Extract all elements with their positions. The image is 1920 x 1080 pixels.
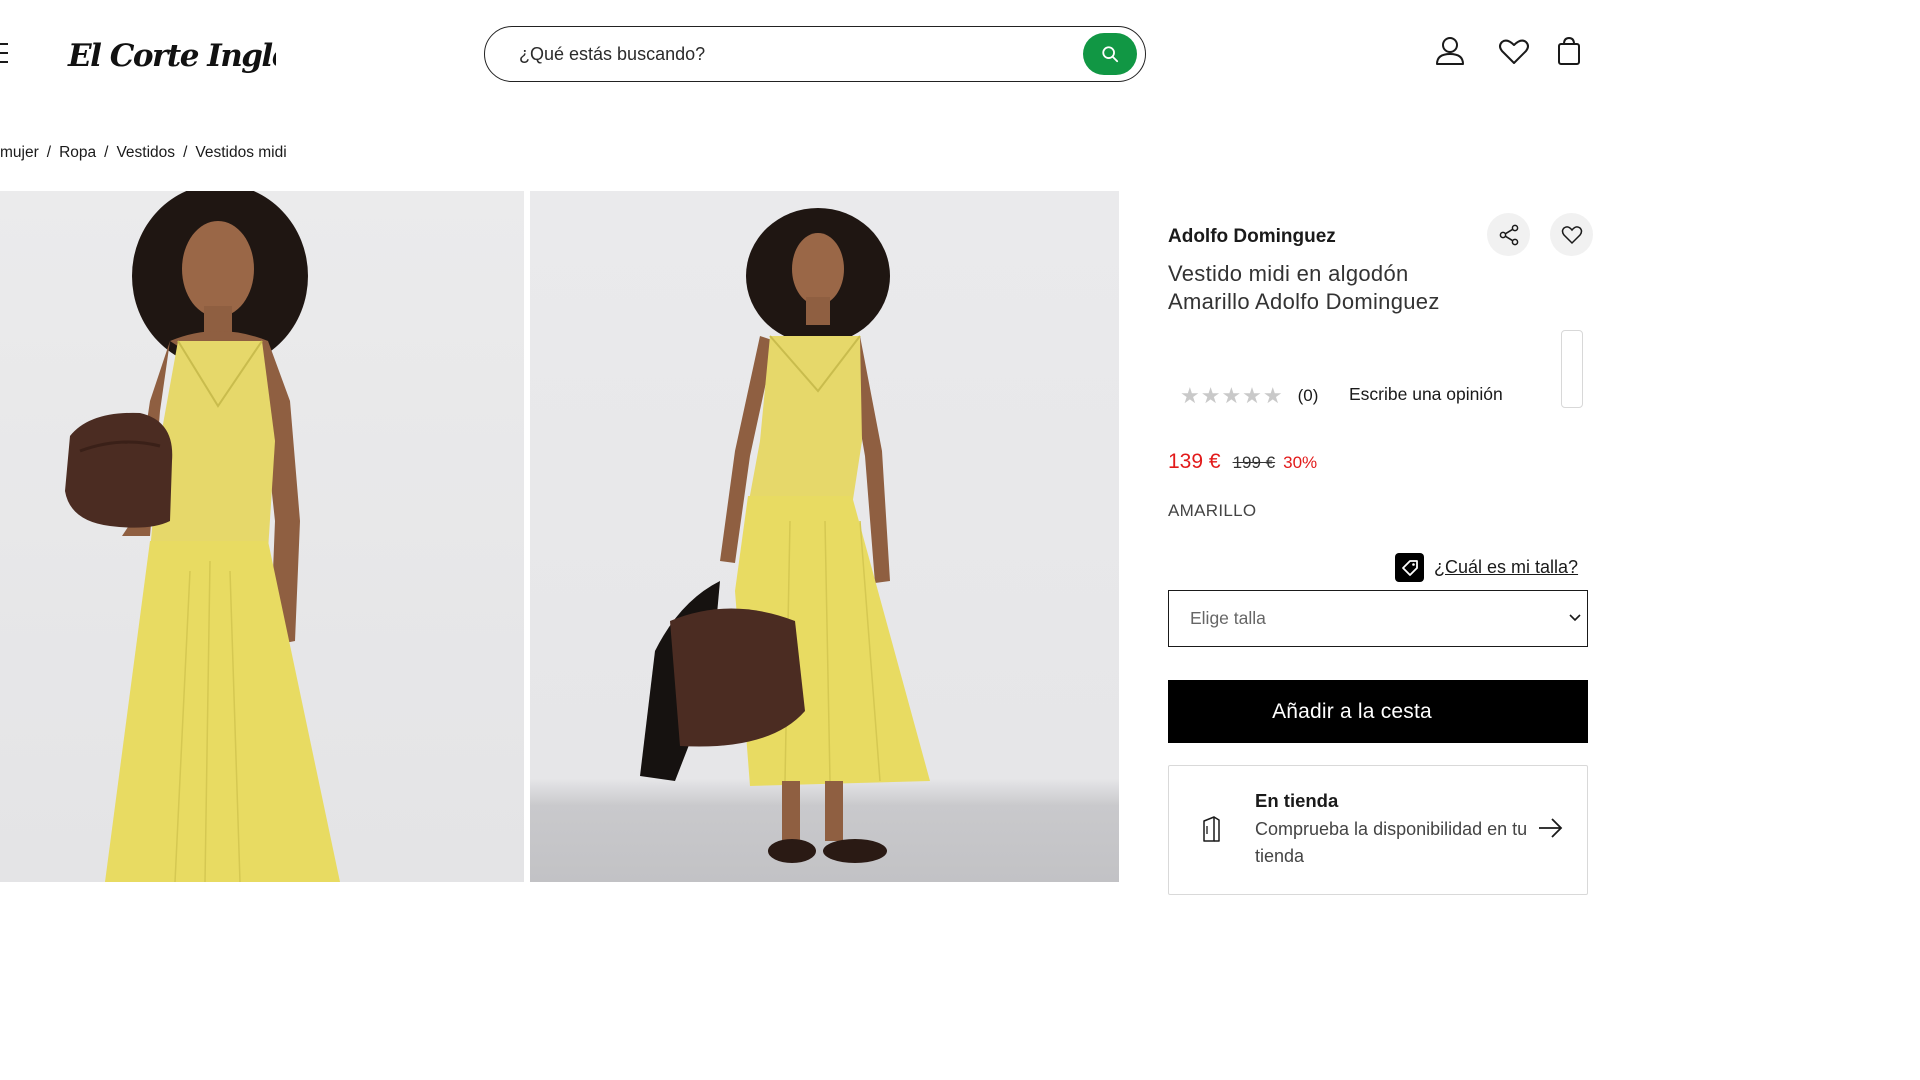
color-label: AMARILLO	[1168, 501, 1257, 520]
tag-icon	[1395, 553, 1424, 582]
heart-icon[interactable]	[1494, 32, 1534, 72]
breadcrumb-separator: /	[104, 144, 109, 161]
menu-icon[interactable]	[0, 43, 8, 65]
breadcrumb-item-vestidos-midi[interactable]: Vestidos midi	[195, 144, 286, 161]
breadcrumb-separator: /	[46, 144, 52, 161]
favorite-button[interactable]	[1550, 213, 1593, 256]
size-select[interactable]: Elige talla	[1168, 590, 1588, 647]
bag-icon[interactable]	[1552, 32, 1592, 72]
product-title: Vestido midi en algodón Amarillo Adolfo …	[1168, 261, 1440, 314]
breadcrumb-separator: /	[183, 144, 188, 161]
svg-text:El Corte Inglés: El Corte Inglés	[67, 38, 276, 74]
store-subtitle: Comprueba la disponibilidad en tu tienda	[1255, 819, 1528, 866]
store-logo[interactable]: El Corte Inglés	[66, 26, 276, 84]
search-bar[interactable]	[484, 26, 1146, 82]
current-price: 139 €	[1168, 450, 1221, 473]
breadcrumb-item-ropa[interactable]: Ropa	[59, 144, 96, 161]
store-availability-card[interactable]: En tienda Comprueba la disponibilidad en…	[1168, 765, 1588, 895]
write-review-link[interactable]: Escribe una opinión	[1349, 384, 1503, 405]
breadcrumb-item-vestidos[interactable]: Vestidos	[116, 144, 175, 161]
add-to-cart-button[interactable]: Añadir a la cesta	[1168, 680, 1588, 743]
chevron-down-icon	[1569, 614, 1581, 622]
share-button[interactable]	[1487, 213, 1530, 256]
share-icon	[1499, 224, 1518, 245]
store-title: En tienda	[1255, 790, 1339, 811]
add-to-cart-label: Añadir a la cesta	[1272, 699, 1432, 723]
breadcrumb: mujer / Ropa / Vestidos / Vestidos midi	[0, 144, 287, 162]
user-icon[interactable]	[1430, 32, 1470, 72]
product-image-2[interactable]	[530, 191, 1119, 882]
side-panel-tab[interactable]	[1561, 330, 1583, 408]
breadcrumb-item-mujer[interactable]: mujer	[0, 144, 39, 161]
price-block: 139 € 199 € 30%	[1168, 450, 1317, 474]
size-guide-link[interactable]: ¿Cuál es mi talla?	[1395, 553, 1578, 582]
rating-stars: ★★★★★	[1180, 383, 1284, 408]
original-price: 199 €	[1232, 453, 1276, 472]
search-icon	[1102, 46, 1119, 63]
rating[interactable]: ★★★★★ (0)	[1180, 383, 1318, 409]
product-brand[interactable]: Adolfo Dominguez	[1168, 226, 1336, 248]
rating-count: (0)	[1297, 386, 1319, 405]
discount-badge: 30%	[1283, 453, 1318, 472]
arrow-right-icon	[1539, 818, 1563, 838]
heart-icon	[1561, 225, 1582, 244]
size-select-placeholder: Elige talla	[1190, 608, 1266, 628]
product-image-1[interactable]	[0, 191, 524, 882]
search-button[interactable]	[1083, 33, 1137, 75]
size-guide-label: ¿Cuál es mi talla?	[1434, 557, 1579, 577]
search-input[interactable]	[517, 33, 1061, 75]
store-phone-icon	[1203, 816, 1220, 842]
